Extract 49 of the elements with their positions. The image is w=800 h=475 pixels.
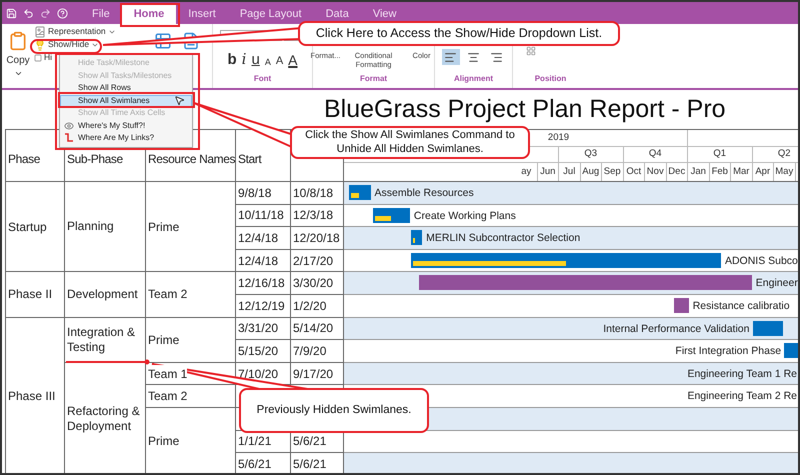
month-label: Sep <box>602 163 624 181</box>
month-label: Jan <box>688 163 710 181</box>
date-cell: 3/31/20 <box>236 318 291 340</box>
task-label: Engineer <box>756 276 798 292</box>
callout: Previously Hidden Swimlanes. <box>239 388 429 433</box>
month-label: ay <box>516 163 538 181</box>
task-label: First Integration Phase <box>675 344 782 360</box>
date-cell: 5/6/21 <box>236 453 291 473</box>
date-cell: 12/4/18 <box>236 250 291 272</box>
subphase-cell: Refactoring & Deployment <box>65 362 146 473</box>
report-title: BlueGrass Project Plan Report - Pro <box>324 94 726 125</box>
group-label: Font <box>254 73 272 85</box>
quarter-label: Q4 <box>624 147 688 162</box>
task-label: Assemble Resources <box>374 186 474 201</box>
date-cell: 9/8/18 <box>236 182 291 205</box>
subphase-cell: Development <box>65 272 146 318</box>
group-label: Format <box>360 73 388 85</box>
month-label: Jun <box>538 163 559 181</box>
date-cell: 12/4/18 <box>236 227 291 250</box>
date-cell: 12/16/18 <box>236 272 291 295</box>
quarter-label: Q1 <box>688 147 752 162</box>
month-label: Apr <box>752 163 774 181</box>
month-label: Feb <box>710 163 731 181</box>
task-label: MERLIN Subcontractor Selection <box>426 231 580 246</box>
month-label: Nov <box>645 163 666 181</box>
group-label: Alignment <box>454 73 494 85</box>
task-label: ADONIS Subco <box>724 254 798 269</box>
quarter-label: Q2 <box>752 147 798 162</box>
quarter-label: Q3 <box>559 147 624 162</box>
phase-cell: Phase III <box>6 318 65 473</box>
subphase-cell: Planning <box>65 182 146 272</box>
task-label: Engineering Team 2 Re <box>687 389 797 404</box>
task-label: Internal Performance Validation <box>603 322 750 337</box>
phase-cell: Startup <box>6 182 65 272</box>
month-label: Aug <box>580 163 602 181</box>
task-label: Create Working Plans <box>414 208 516 224</box>
month-label: May <box>774 163 796 181</box>
task-label: Resistance calibratio <box>692 298 790 314</box>
phase-cell: Phase II <box>6 272 65 318</box>
date-cell: 12/12/19 <box>236 294 291 318</box>
month-label: Jul <box>559 163 580 181</box>
task-label: Engineering Team 1 Re <box>687 366 797 382</box>
callout: Click the Show All Swimlanes Command to Unhide All Hidden Swimlanes. <box>290 126 530 159</box>
month-label: Mar <box>731 163 752 181</box>
date-cell: 5/15/20 <box>236 340 291 363</box>
group-label: Position <box>534 73 566 85</box>
month-label: Dec <box>666 163 688 181</box>
month-label: Oct <box>624 163 645 181</box>
date-cell: 10/11/18 <box>236 204 291 228</box>
